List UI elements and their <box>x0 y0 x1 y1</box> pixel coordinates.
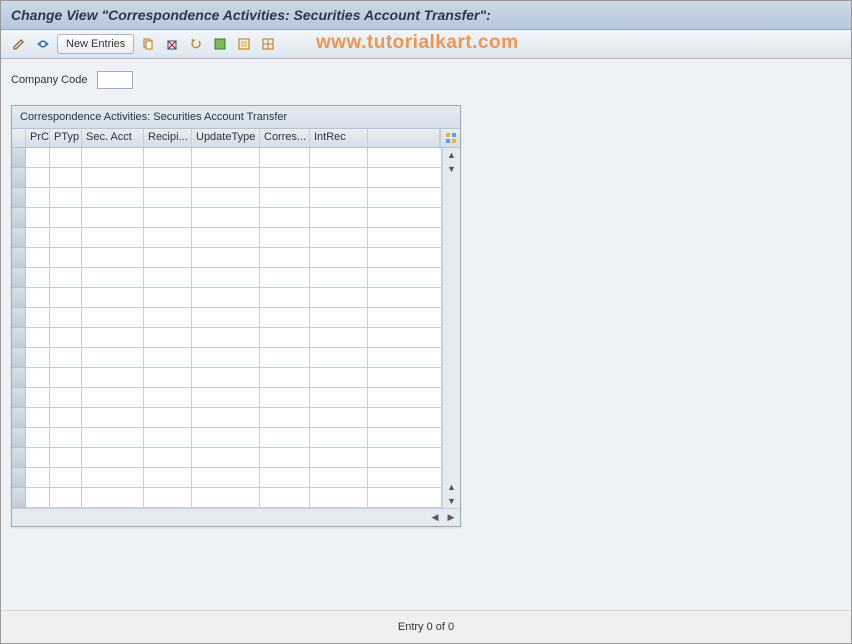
copy-as-icon[interactable] <box>138 34 158 54</box>
scroll-down-step-icon[interactable]: ▼ <box>443 162 460 176</box>
row-selector[interactable] <box>12 248 26 268</box>
scroll-track[interactable] <box>443 176 460 480</box>
column-header-intrec[interactable]: IntRec <box>310 129 368 147</box>
table-header-row: PrC PTyp Sec. Acct Recipi... UpdateType … <box>12 129 460 148</box>
table-grid: PrC PTyp Sec. Acct Recipi... UpdateType … <box>12 129 460 526</box>
column-header-prc[interactable]: PrC <box>26 129 50 147</box>
watermark-text: www.tutorialkart.com <box>316 32 519 54</box>
column-header-recipi[interactable]: Recipi... <box>144 129 192 147</box>
vertical-scrollbar[interactable]: ▲ ▼ ▲ ▼ <box>442 148 460 508</box>
table-row[interactable] <box>12 408 442 428</box>
table-row[interactable] <box>12 228 442 248</box>
row-selector[interactable] <box>12 308 26 328</box>
scroll-right-icon[interactable]: ▶ <box>444 511 458 525</box>
table-row[interactable] <box>12 368 442 388</box>
row-selector[interactable] <box>12 488 26 508</box>
column-header-spacer <box>368 129 440 147</box>
scroll-down-icon[interactable]: ▼ <box>443 494 460 508</box>
row-selector[interactable] <box>12 468 26 488</box>
company-code-row: Company Code <box>11 71 841 89</box>
table-row[interactable] <box>12 148 442 168</box>
delete-icon[interactable] <box>162 34 182 54</box>
table-row[interactable] <box>12 248 442 268</box>
row-selector[interactable] <box>12 228 26 248</box>
table-row[interactable] <box>12 268 442 288</box>
row-selector-header[interactable] <box>12 129 26 147</box>
table-rows-area <box>12 148 442 508</box>
row-selector[interactable] <box>12 208 26 228</box>
application-toolbar: New Entries www.tutorialkart.com <box>1 30 851 59</box>
row-selector[interactable] <box>12 348 26 368</box>
deselect-all-icon[interactable] <box>258 34 278 54</box>
company-code-label: Company Code <box>11 74 87 86</box>
table-row[interactable] <box>12 288 442 308</box>
status-bar: Entry 0 of 0 <box>1 610 851 643</box>
table-row[interactable] <box>12 468 442 488</box>
select-all-icon[interactable] <box>210 34 230 54</box>
table-row[interactable] <box>12 388 442 408</box>
table-configuration-button[interactable] <box>440 129 460 147</box>
new-entries-button[interactable]: New Entries <box>57 34 134 54</box>
table-row[interactable] <box>12 208 442 228</box>
column-header-updatetype[interactable]: UpdateType <box>192 129 260 147</box>
table-row[interactable] <box>12 308 442 328</box>
toggle-display-change-icon[interactable] <box>9 34 29 54</box>
row-selector[interactable] <box>12 148 26 168</box>
table-card: Correspondence Activities: Securities Ac… <box>11 105 461 527</box>
row-selector[interactable] <box>12 328 26 348</box>
table-row[interactable] <box>12 488 442 508</box>
table-row[interactable] <box>12 188 442 208</box>
row-selector[interactable] <box>12 288 26 308</box>
row-selector[interactable] <box>12 448 26 468</box>
table-title: Correspondence Activities: Securities Ac… <box>12 106 460 129</box>
column-header-corres[interactable]: Corres... <box>260 129 310 147</box>
content-area: Company Code Correspondence Activities: … <box>1 59 851 641</box>
row-selector[interactable] <box>12 388 26 408</box>
column-header-sec-acct[interactable]: Sec. Acct <box>82 129 144 147</box>
company-code-input[interactable] <box>97 71 133 89</box>
select-block-icon[interactable] <box>234 34 254 54</box>
scroll-up-icon[interactable]: ▲ <box>443 148 460 162</box>
row-selector[interactable] <box>12 188 26 208</box>
window-title-bar: Change View "Correspondence Activities: … <box>1 1 851 30</box>
other-view-icon[interactable] <box>33 34 53 54</box>
table-row[interactable] <box>12 448 442 468</box>
row-selector[interactable] <box>12 408 26 428</box>
table-row[interactable] <box>12 348 442 368</box>
table-row[interactable] <box>12 328 442 348</box>
table-row[interactable] <box>12 428 442 448</box>
scroll-left-icon[interactable]: ◀ <box>428 511 442 525</box>
row-selector[interactable] <box>12 268 26 288</box>
horizontal-scrollbar[interactable]: ◀ ▶ <box>12 508 460 526</box>
scroll-up-step-icon[interactable]: ▲ <box>443 480 460 494</box>
column-header-ptyp[interactable]: PTyp <box>50 129 82 147</box>
undo-change-icon[interactable] <box>186 34 206 54</box>
entry-counter: Entry 0 of 0 <box>398 621 454 633</box>
table-row[interactable] <box>12 168 442 188</box>
row-selector[interactable] <box>12 368 26 388</box>
row-selector[interactable] <box>12 428 26 448</box>
row-selector[interactable] <box>12 168 26 188</box>
page-title: Change View "Correspondence Activities: … <box>11 7 491 23</box>
